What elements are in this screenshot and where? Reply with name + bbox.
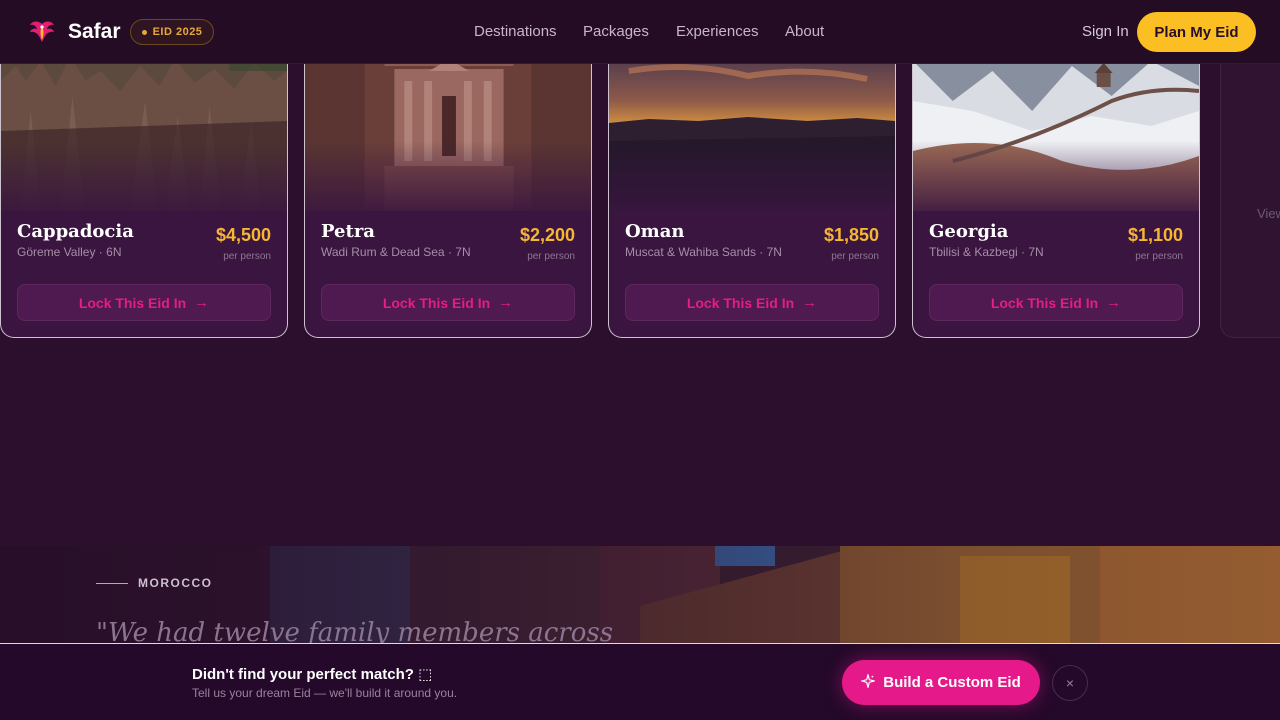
- card-title: Petra: [321, 221, 375, 242]
- card-price-unit: per person: [1135, 251, 1183, 262]
- card-subtitle: Tbilisi & Kazbegi · 7N: [929, 245, 1044, 259]
- build-custom-eid-button[interactable]: Build a Custom Eid: [842, 660, 1040, 705]
- package-card-oman[interactable]: Oman Muscat & Wahiba Sands · 7N $1,850 p…: [608, 40, 896, 338]
- lock-eid-button[interactable]: Lock This Eid In →: [321, 284, 575, 321]
- lock-eid-button[interactable]: Lock This Eid In →: [625, 284, 879, 321]
- accent-line: [96, 582, 128, 584]
- testimonial-quote: "We had twelve family members across: [96, 618, 614, 646]
- card-price: $2,200: [519, 225, 575, 245]
- card-price-unit: per person: [831, 251, 879, 262]
- lock-eid-label: Lock This Eid In: [990, 294, 1099, 311]
- lock-eid-label: Lock This Eid In: [686, 294, 795, 311]
- card-title: Georgia: [929, 221, 1009, 242]
- banner-title: Didn't find your perfect match? ⬚: [192, 666, 433, 683]
- card-subtitle: Muscat & Wahiba Sands · 7N: [625, 245, 782, 259]
- brand-name[interactable]: Safar: [68, 20, 121, 44]
- image-fade: [1, 141, 287, 221]
- badge-dot-icon: [141, 29, 147, 35]
- view-all-label[interactable]: View: [1257, 206, 1280, 221]
- sign-in-link[interactable]: Sign In: [1082, 23, 1129, 40]
- country-label-row: MOROCCO: [96, 576, 213, 590]
- testimonial-strip: MOROCCO "We had twelve family members ac…: [0, 546, 1280, 646]
- card-price-unit: per person: [527, 251, 575, 262]
- package-card-petra[interactable]: Petra Wadi Rum & Dead Sea · 7N $2,200 pe…: [304, 40, 592, 338]
- nav-packages[interactable]: Packages: [583, 23, 649, 40]
- arrow-right-icon: →: [194, 294, 210, 311]
- card-price-unit: per person: [223, 251, 271, 262]
- eid-2025-badge: EID 2025: [130, 19, 214, 45]
- card-subtitle: Wadi Rum & Dead Sea · 7N: [321, 245, 471, 259]
- nav-about[interactable]: About: [785, 23, 824, 40]
- build-custom-eid-label: Build a Custom Eid: [883, 674, 1021, 691]
- lock-eid-label: Lock This Eid In: [78, 294, 187, 311]
- lock-eid-button[interactable]: Lock This Eid In →: [929, 284, 1183, 321]
- package-card-georgia[interactable]: Georgia Tbilisi & Kazbegi · 7N $1,100 pe…: [912, 40, 1200, 338]
- lock-eid-label: Lock This Eid In: [382, 294, 491, 311]
- arrow-right-icon: →: [498, 294, 514, 311]
- image-fade: [609, 141, 895, 221]
- card-title: Oman: [625, 221, 685, 242]
- image-fade: [913, 141, 1199, 221]
- country-label: MOROCCO: [138, 576, 213, 590]
- card-subtitle: Göreme Valley · 6N: [17, 245, 122, 259]
- lock-eid-button[interactable]: Lock This Eid In →: [17, 284, 271, 321]
- plan-my-eid-button[interactable]: Plan My Eid: [1137, 12, 1256, 52]
- image-fade: [305, 141, 591, 221]
- badge-label: EID 2025: [152, 26, 203, 38]
- nav-experiences[interactable]: Experiences: [676, 23, 759, 40]
- arrow-right-icon: →: [1106, 294, 1122, 311]
- nav-destinations[interactable]: Destinations: [474, 23, 557, 40]
- phoenix-logo-icon[interactable]: [28, 18, 56, 46]
- card-price: $1,100: [1127, 225, 1183, 245]
- card-price: $1,850: [823, 225, 879, 245]
- sparkle-icon: [859, 672, 877, 692]
- arrow-right-icon: →: [802, 294, 818, 311]
- package-card-cappadocia[interactable]: Cappadocia Göreme Valley · 6N $4,500 per…: [0, 40, 288, 338]
- close-icon[interactable]: ×: [1052, 665, 1088, 701]
- custom-eid-banner: Didn't find your perfect match? ⬚ Tell u…: [0, 643, 1280, 720]
- card-price: $4,500: [215, 225, 271, 245]
- banner-subtitle: Tell us your dream Eid — we'll build it …: [192, 686, 458, 700]
- view-all-card[interactable]: [1220, 40, 1280, 338]
- site-header: Safar EID 2025 Destinations Packages Exp…: [0, 0, 1280, 64]
- card-title: Cappadocia: [17, 221, 134, 242]
